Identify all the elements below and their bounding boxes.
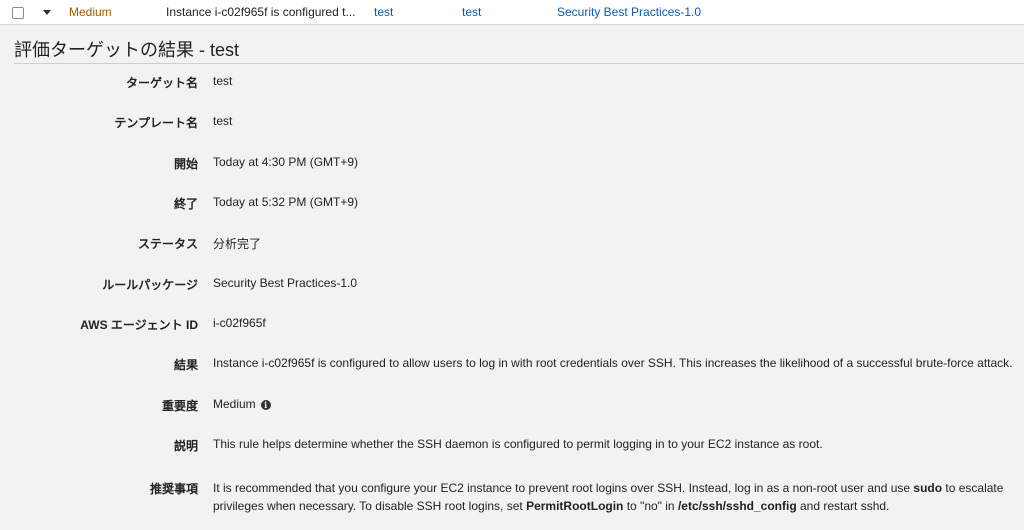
target-value-link[interactable]: test [213, 74, 232, 88]
template-label: テンプレート名 [114, 116, 198, 130]
agent-id-value-link[interactable]: i-c02f965f [213, 316, 266, 330]
description-label: 説明 [173, 439, 198, 453]
finding-summary-row[interactable]: Medium Instance i-c02f965f is configured… [0, 0, 1024, 25]
recommendation-label: 推奨事項 [149, 482, 198, 496]
finding-cell: Instance i-c02f965f is configured t... [166, 5, 356, 19]
description-value: This rule helps determine whether the SS… [213, 437, 823, 451]
target-link[interactable]: test [374, 5, 393, 19]
end-label: 終了 [173, 197, 198, 211]
agent-id-label: AWS エージェント ID [80, 318, 198, 332]
recommendation-text-4: and restart sshd. [796, 499, 890, 513]
template-link[interactable]: test [462, 5, 481, 19]
info-circle-icon[interactable]: i [260, 400, 271, 410]
rules-package-link[interactable]: Security Best Practices-1.0 [557, 5, 701, 19]
target-label: ターゲット名 [125, 76, 198, 90]
section-title: 評価ターゲットの結果 - test [14, 40, 240, 60]
severity-label: 重要度 [161, 399, 198, 413]
result-value: Instance i-c02f965f is configured to all… [213, 356, 1013, 370]
recommendation-text-3: to "no" in [623, 499, 678, 513]
rules-package-label: ルールパッケージ [102, 278, 198, 292]
title-divider [14, 63, 1024, 64]
severity-value: Medium [213, 397, 256, 411]
result-label: 結果 [173, 358, 198, 372]
recommendation-text-1: It is recommended that you configure you… [213, 481, 914, 495]
recommendation-file: /etc/ssh/sshd_config [677, 499, 797, 513]
end-value: Today at 5:32 PM (GMT+9) [213, 195, 359, 209]
start-label: 開始 [173, 157, 198, 171]
start-value: Today at 4:30 PM (GMT+9) [213, 155, 359, 169]
recommendation-sudo: sudo [913, 481, 943, 495]
rules-package-value-link[interactable]: Security Best Practices-1.0 [213, 276, 357, 290]
recommendation-value: It is recommended that you configure you… [213, 479, 1018, 515]
status-label: ステータス [137, 237, 198, 251]
row-select-checkbox[interactable] [12, 7, 24, 19]
expand-caret-icon[interactable] [43, 10, 51, 15]
recommendation-setting: PermitRootLogin [526, 499, 624, 513]
severity-value-wrap: Medium i [213, 397, 271, 411]
status-value: 分析完了 [213, 237, 262, 251]
severity-cell: Medium [69, 5, 112, 19]
template-value-link[interactable]: test [213, 114, 232, 128]
